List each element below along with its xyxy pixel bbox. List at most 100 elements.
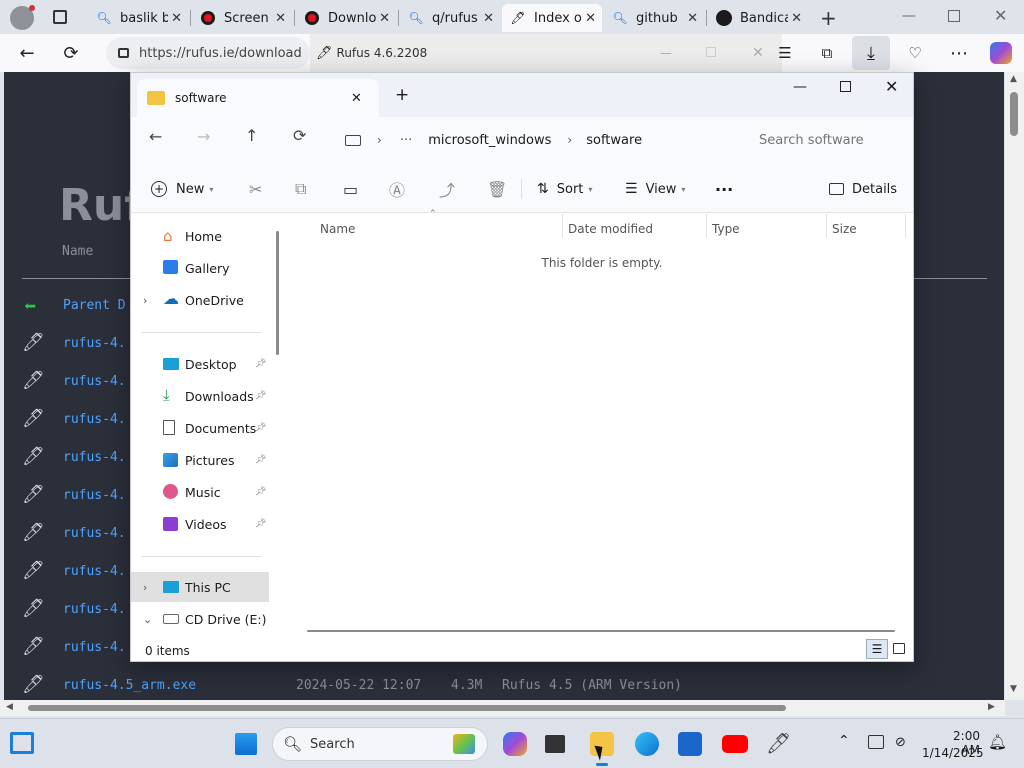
pin-icon[interactable]: 📌︎ <box>255 487 266 497</box>
browser-tab[interactable]: Screen ✕ <box>192 4 292 32</box>
details-view-icon[interactable]: ☰ <box>866 639 888 659</box>
share-icon[interactable]: ⤴ <box>439 177 455 201</box>
file-row[interactable]: 🖊︎ rufus-4. <box>4 597 144 621</box>
search-input[interactable] <box>759 132 909 148</box>
new-button[interactable]: + New ▾ <box>151 177 213 201</box>
file-row[interactable]: 🖊︎ rufus-4. <box>4 331 144 355</box>
browser-tab[interactable]: 🔍︎ q/rufus ✕ <box>400 4 500 32</box>
file-link[interactable]: rufus-4. <box>63 602 126 617</box>
pin-icon[interactable]: 📌︎ <box>255 391 266 401</box>
nav-item-desktop[interactable]: Desktop 📌︎ <box>131 349 269 379</box>
favorites-list-icon[interactable]: ☰ <box>770 38 800 68</box>
browser-tab[interactable]: 🔍︎ github ✕ <box>604 4 704 32</box>
file-row[interactable]: 🖊︎ rufus-4. <box>4 559 144 583</box>
close-tab-icon[interactable]: ✕ <box>351 91 362 106</box>
nav-item-music[interactable]: Music 📌︎ <box>131 477 269 507</box>
close-tab-icon[interactable]: ✕ <box>275 11 286 26</box>
taskbar-search[interactable]: 🔍︎ Search <box>272 727 488 761</box>
nav-item-videos[interactable]: Videos 📌︎ <box>131 509 269 539</box>
browser-tab-active[interactable]: 🖊︎ Index o ✕ <box>502 4 602 32</box>
close-tab-icon[interactable]: ✕ <box>171 11 182 26</box>
scrollbar-thumb[interactable] <box>1010 92 1018 136</box>
nav-item-pictures[interactable]: Pictures 📌︎ <box>131 445 269 475</box>
file-row[interactable]: 🖊︎ rufus-4. <box>4 407 144 431</box>
file-row[interactable]: 🖊︎ rufus-4. <box>4 483 144 507</box>
collections-icon[interactable]: ⧉ <box>812 38 842 68</box>
refresh-icon[interactable]: ⟳ <box>56 38 86 68</box>
download-icon[interactable]: ⤓ <box>856 38 886 68</box>
file-row[interactable]: 🖊︎ rufus-4.5_arm.exe 2024-05-22 12:07 4.… <box>4 673 984 697</box>
maximize-icon[interactable] <box>840 81 851 92</box>
address-bar[interactable]: https://rufus.ie/download <box>106 37 310 69</box>
scroll-down-arrow-icon[interactable]: ▼ <box>1010 684 1017 694</box>
pin-icon[interactable]: 📌︎ <box>255 519 266 529</box>
file-link[interactable]: rufus-4. <box>63 374 126 389</box>
chevron-down-icon[interactable]: ⌄ <box>143 613 152 626</box>
nav-item-onedrive[interactable]: › ☁ OneDrive <box>131 285 269 315</box>
minimize-icon[interactable]: — <box>660 46 672 60</box>
horizontal-scrollbar[interactable] <box>307 630 895 632</box>
scroll-right-arrow-icon[interactable]: ▶ <box>988 702 995 712</box>
tab-actions-icon[interactable] <box>53 10 67 24</box>
new-tab-icon[interactable]: + <box>820 6 837 30</box>
breadcrumb-item[interactable]: microsoft_windows <box>428 133 551 148</box>
rufus-window-titlebar[interactable]: 🖊︎ Rufus 4.6.2208 — ✕ <box>310 34 782 72</box>
pin-icon[interactable]: 📌︎ <box>255 423 266 433</box>
cut-icon[interactable]: ✂ <box>249 177 262 201</box>
close-tab-icon[interactable]: ✕ <box>585 11 596 26</box>
nav-item-cd-drive[interactable]: ⌄ CD Drive (E:) virt <box>131 604 269 634</box>
scroll-up-arrow-icon[interactable]: ▲ <box>1010 74 1017 84</box>
forward-icon[interactable]: → <box>197 127 210 146</box>
minimize-icon[interactable]: — <box>902 8 916 24</box>
close-tab-icon[interactable]: ✕ <box>791 11 802 26</box>
pin-icon[interactable]: 📌︎ <box>255 359 266 369</box>
pin-icon[interactable]: 📌︎ <box>255 455 266 465</box>
copy-icon[interactable]: ⧉ <box>295 177 306 201</box>
file-link[interactable]: rufus-4. <box>63 450 126 465</box>
nav-item-gallery[interactable]: Gallery <box>131 253 269 283</box>
breadcrumb-more[interactable]: ··· <box>400 133 412 148</box>
tiles-view-icon[interactable] <box>893 643 905 654</box>
usb-drive-icon[interactable]: 🖊︎ <box>766 731 791 755</box>
notifications-icon[interactable]: 🔔︎ <box>988 733 1007 751</box>
column-header-name[interactable]: Name <box>320 222 355 236</box>
copilot-icon[interactable] <box>990 42 1012 64</box>
maximize-icon[interactable] <box>706 47 716 57</box>
back-icon[interactable]: ← <box>12 38 42 68</box>
file-link[interactable]: rufus-4. <box>63 564 126 579</box>
chevron-right-icon[interactable]: › <box>143 581 147 594</box>
scroll-left-arrow-icon[interactable]: ◀ <box>6 702 13 712</box>
task-view-icon[interactable] <box>545 735 565 753</box>
column-header-size[interactable]: Size <box>832 222 857 236</box>
back-icon[interactable]: ← <box>149 127 162 146</box>
column-header-date-modified[interactable]: Date modified <box>568 222 653 236</box>
widgets-icon[interactable] <box>10 732 34 754</box>
copilot-icon[interactable] <box>503 732 527 756</box>
close-icon[interactable]: ✕ <box>752 45 764 61</box>
parent-directory-link[interactable]: Parent D <box>63 298 126 313</box>
close-tab-icon[interactable]: ✕ <box>687 11 698 26</box>
page-vertical-scrollbar[interactable]: ▲ ▼ <box>1005 72 1024 700</box>
file-row[interactable]: 🖊︎ rufus-4. <box>4 521 144 545</box>
close-tab-icon[interactable]: ✕ <box>483 11 494 26</box>
breadcrumb[interactable]: › ··· microsoft_windows › software <box>331 123 741 157</box>
file-link[interactable]: rufus-4. <box>63 526 126 541</box>
browser-tab[interactable]: 🔍︎ baslik b ✕ <box>88 4 188 32</box>
browser-tab[interactable]: Downlo ✕ <box>296 4 396 32</box>
paste-icon[interactable]: ▭ <box>343 177 358 201</box>
delete-icon[interactable]: 🗑︎ <box>487 177 507 201</box>
browser-tab[interactable]: Bandica ✕ <box>708 4 808 32</box>
file-link[interactable]: rufus-4. <box>63 412 126 427</box>
edge-icon[interactable] <box>635 732 659 756</box>
minimize-icon[interactable]: — <box>793 79 807 95</box>
close-window-icon[interactable]: ✕ <box>994 6 1007 25</box>
file-row[interactable]: 🖊︎ rufus-4. <box>4 369 144 393</box>
show-hidden-icons-icon[interactable]: ⌃ <box>838 733 850 749</box>
file-row[interactable]: 🖊︎ rufus-4. <box>4 635 144 659</box>
file-row[interactable]: 🖊︎ rufus-4. <box>4 445 144 469</box>
youtube-icon[interactable] <box>722 735 748 753</box>
file-list[interactable]: ⌃ Name Date modified Type Size This fold… <box>279 209 913 636</box>
close-window-icon[interactable]: ✕ <box>885 77 898 96</box>
column-header-type[interactable]: Type <box>712 222 740 236</box>
explorer-tab[interactable]: software ✕ <box>137 79 379 117</box>
